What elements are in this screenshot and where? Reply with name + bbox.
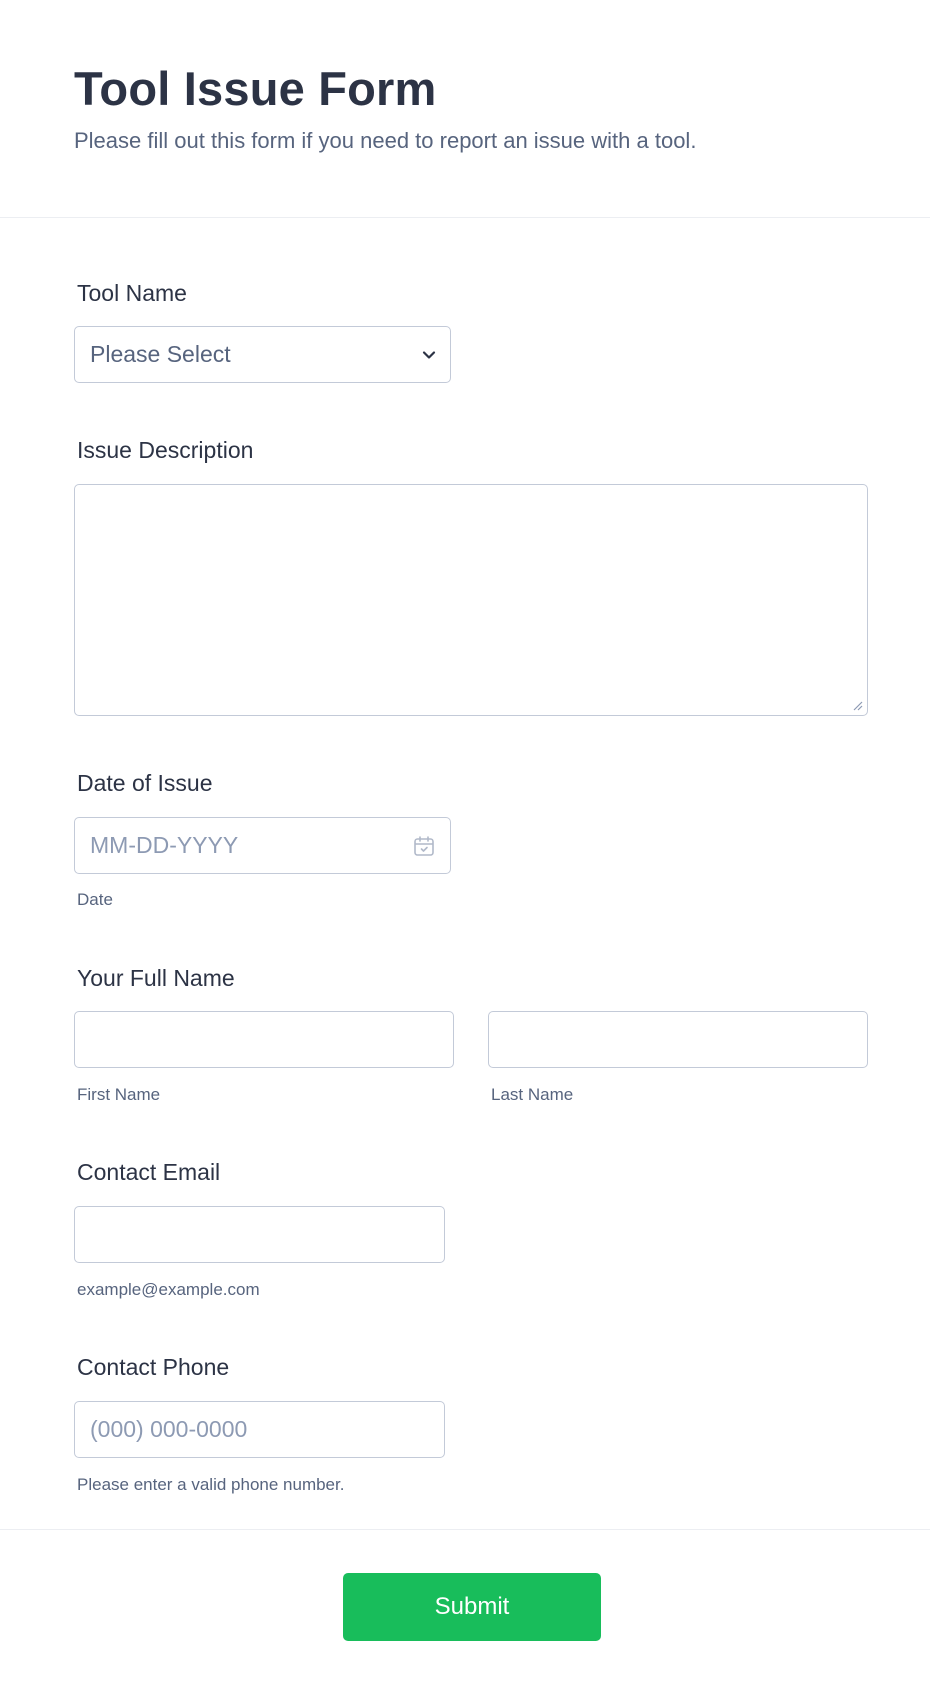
submit-button[interactable]: Submit <box>343 1573 601 1641</box>
first-name-field[interactable] <box>74 1011 454 1068</box>
last-name-sublabel: Last Name <box>491 1085 574 1104</box>
phone-field[interactable]: (000) 000-0000 <box>74 1401 445 1458</box>
last-name-field[interactable] <box>488 1011 868 1068</box>
resize-handle-icon[interactable] <box>851 699 863 711</box>
issue-description-label: Issue Description <box>77 437 254 463</box>
date-placeholder: MM-DD-YYYY <box>90 832 239 858</box>
tool-name-label: Tool Name <box>77 280 187 306</box>
tool-name-selected-value: Please Select <box>90 341 231 367</box>
phone-sublabel: Please enter a valid phone number. <box>77 1475 345 1494</box>
form-header: Tool Issue Form Please fill out this for… <box>0 0 930 218</box>
tool-name-select[interactable]: Please Select <box>74 326 451 383</box>
full-name-label: Your Full Name <box>77 965 235 991</box>
date-sublabel: Date <box>77 890 113 909</box>
footer-divider <box>0 1529 930 1530</box>
calendar-icon[interactable] <box>412 834 436 858</box>
phone-placeholder: (000) 000-0000 <box>90 1416 248 1442</box>
email-field[interactable] <box>74 1206 445 1263</box>
date-of-issue-input[interactable]: MM-DD-YYYY <box>74 817 451 874</box>
email-sublabel: example@example.com <box>77 1280 260 1299</box>
chevron-down-icon <box>422 350 436 359</box>
first-name-sublabel: First Name <box>77 1085 161 1104</box>
contact-email-label: Contact Email <box>77 1159 221 1185</box>
contact-phone-label: Contact Phone <box>77 1354 230 1380</box>
form-title: Tool Issue Form <box>74 62 437 115</box>
date-of-issue-label: Date of Issue <box>77 770 213 796</box>
issue-description-textarea[interactable] <box>74 484 868 716</box>
form-subtitle: Please fill out this form if you need to… <box>74 128 697 153</box>
